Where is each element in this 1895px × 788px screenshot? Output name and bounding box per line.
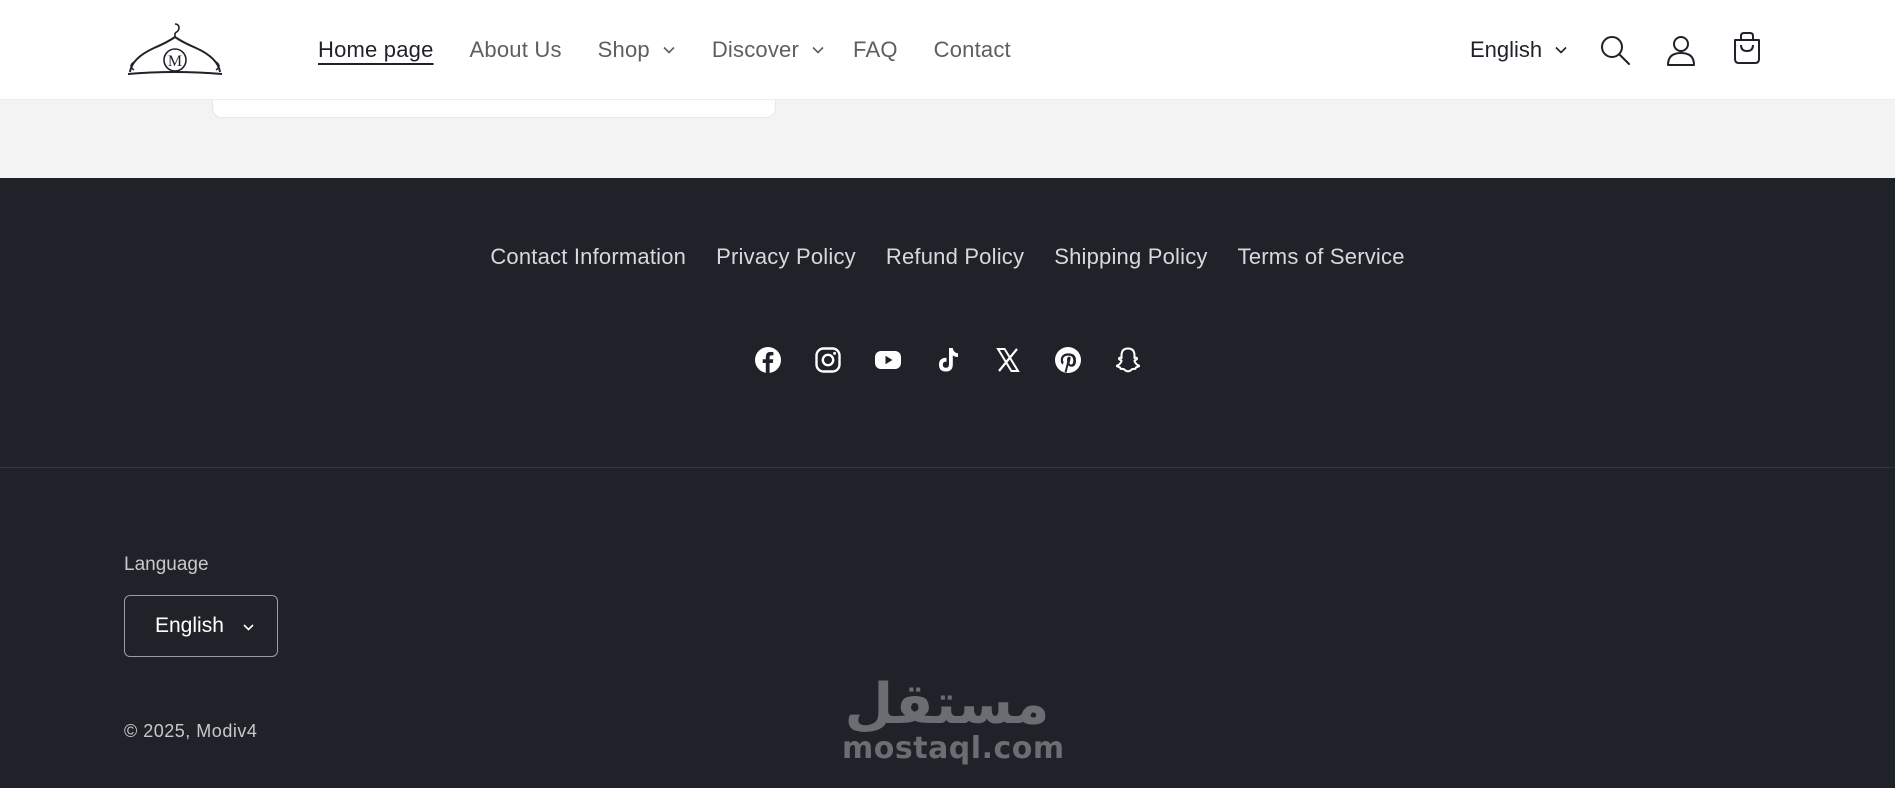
chevron-down-icon — [243, 624, 254, 631]
search-icon[interactable] — [1598, 33, 1632, 67]
nav-item-label: Home page — [318, 37, 434, 62]
watermark-logo: مستقل mostaql.com — [842, 672, 1065, 766]
account-icon[interactable] — [1664, 33, 1698, 67]
footer-divider — [0, 467, 1895, 468]
facebook-icon[interactable] — [754, 346, 782, 374]
language-selector-label: English — [1470, 37, 1543, 62]
nav-item-label: Discover — [711, 37, 800, 62]
snapchat-icon[interactable] — [1114, 346, 1142, 374]
header-actions: English — [1470, 0, 1568, 100]
nav-item-about[interactable]: About Us — [470, 37, 562, 63]
nav-item-shop[interactable]: Shop — [598, 37, 676, 63]
footer-link-contact-information[interactable]: Contact Information — [490, 244, 686, 270]
nav-item-faq[interactable]: FAQ — [853, 37, 898, 63]
footer-language-value: English — [155, 614, 224, 637]
logo-letter: M — [168, 53, 182, 70]
instagram-icon[interactable] — [814, 346, 842, 374]
pinterest-icon[interactable] — [1054, 346, 1082, 374]
footer-link-refund-policy[interactable]: Refund Policy — [886, 244, 1024, 270]
footer-link-terms-of-service[interactable]: Terms of Service — [1238, 244, 1405, 270]
chevron-down-icon — [812, 46, 824, 54]
footer-language-select[interactable]: English — [124, 595, 278, 657]
tiktok-icon[interactable] — [934, 346, 962, 374]
language-label: Language — [124, 554, 209, 575]
main-nav: Home page About Us Shop Discover FAQ Con… — [318, 0, 1047, 100]
footer-link-shipping-policy[interactable]: Shipping Policy — [1054, 244, 1207, 270]
nav-item-home[interactable]: Home page — [318, 37, 434, 63]
nav-item-discover[interactable]: Discover — [712, 37, 825, 63]
cart-icon[interactable] — [1730, 31, 1764, 65]
site-header: M Home page About Us Shop Discover FAQ C… — [0, 0, 1895, 100]
nav-item-label: Contact — [933, 37, 1011, 62]
x-icon[interactable] — [994, 346, 1022, 374]
site-footer: Contact Information Privacy Policy Refun… — [0, 178, 1895, 788]
policy-links: Contact Information Privacy Policy Refun… — [0, 244, 1895, 270]
language-selector[interactable]: English — [1470, 37, 1568, 63]
footer-link-privacy-policy[interactable]: Privacy Policy — [716, 244, 856, 270]
chevron-down-icon — [1555, 46, 1567, 54]
copyright-text: © 2025, Modiv4 — [124, 721, 258, 741]
watermark-arabic: مستقل — [844, 672, 1050, 737]
youtube-icon[interactable] — [874, 346, 902, 374]
chevron-down-icon — [663, 46, 675, 54]
social-links — [0, 346, 1895, 374]
nav-item-label: Shop — [597, 37, 650, 62]
nav-item-label: FAQ — [853, 37, 898, 62]
watermark-latin: mostaql.com — [842, 731, 1065, 766]
nav-item-contact[interactable]: Contact — [934, 37, 1011, 63]
hanger-logo-icon[interactable]: M — [124, 20, 226, 80]
nav-item-label: About Us — [469, 37, 562, 62]
